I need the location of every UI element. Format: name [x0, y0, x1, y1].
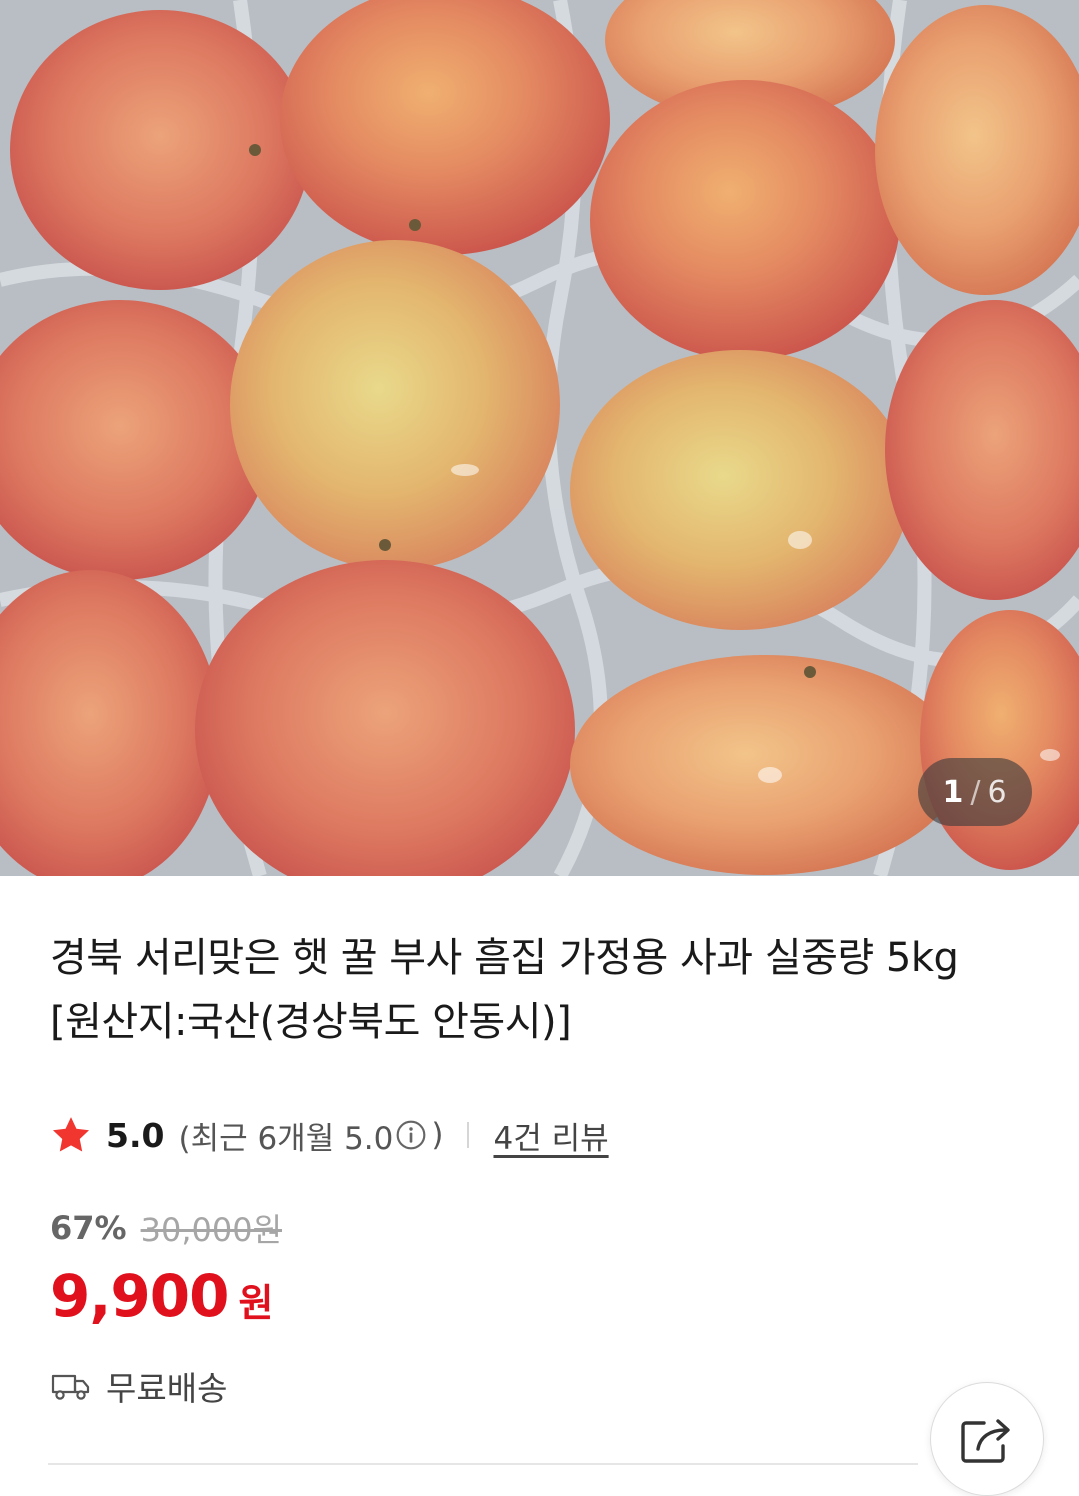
original-price: 30,000원 — [140, 1211, 283, 1249]
recent-rating: (최근 6개월 5.0 ) — [178, 1113, 443, 1158]
sale-price-unit: 원 — [238, 1281, 274, 1325]
current-image-index: 1 — [942, 774, 965, 810]
sale-price: 9,900 — [50, 1262, 229, 1330]
rating-score: 5.0 — [106, 1115, 165, 1155]
shipping-info: 무료배송 — [50, 1362, 227, 1410]
discount-rate: 67% — [50, 1209, 127, 1247]
original-price-row: 67% 30,000원 — [50, 1206, 282, 1250]
image-page-counter: 1 / 6 — [918, 758, 1032, 826]
sale-price-row: 9,900 원 — [50, 1262, 273, 1332]
share-icon — [961, 1419, 1010, 1463]
section-divider — [48, 1463, 918, 1465]
product-photo — [0, 0, 1079, 876]
share-button[interactable] — [930, 1382, 1044, 1496]
product-image-carousel[interactable]: 1 / 6 — [0, 0, 1079, 876]
info-icon[interactable] — [395, 1119, 427, 1151]
shipping-label: 무료배송 — [106, 1369, 228, 1408]
rating-row: 5.0 (최근 6개월 5.0 ) 4건 리뷰 — [50, 1110, 1030, 1160]
review-count-link[interactable]: 4건 리뷰 — [493, 1113, 608, 1158]
counter-separator: / — [970, 774, 982, 810]
recent-rating-text: (최근 6개월 5.0 — [178, 1120, 394, 1157]
total-image-count: 6 — [987, 774, 1008, 810]
rating-divider — [467, 1122, 470, 1148]
star-icon — [52, 1117, 90, 1152]
product-title: 경북 서리맞은 햇 꿀 부사 흠집 가정용 사과 실중량 5kg [원산지:국산… — [50, 935, 959, 1045]
recent-rating-close: ) — [431, 1117, 444, 1153]
truck-icon — [51, 1374, 90, 1400]
